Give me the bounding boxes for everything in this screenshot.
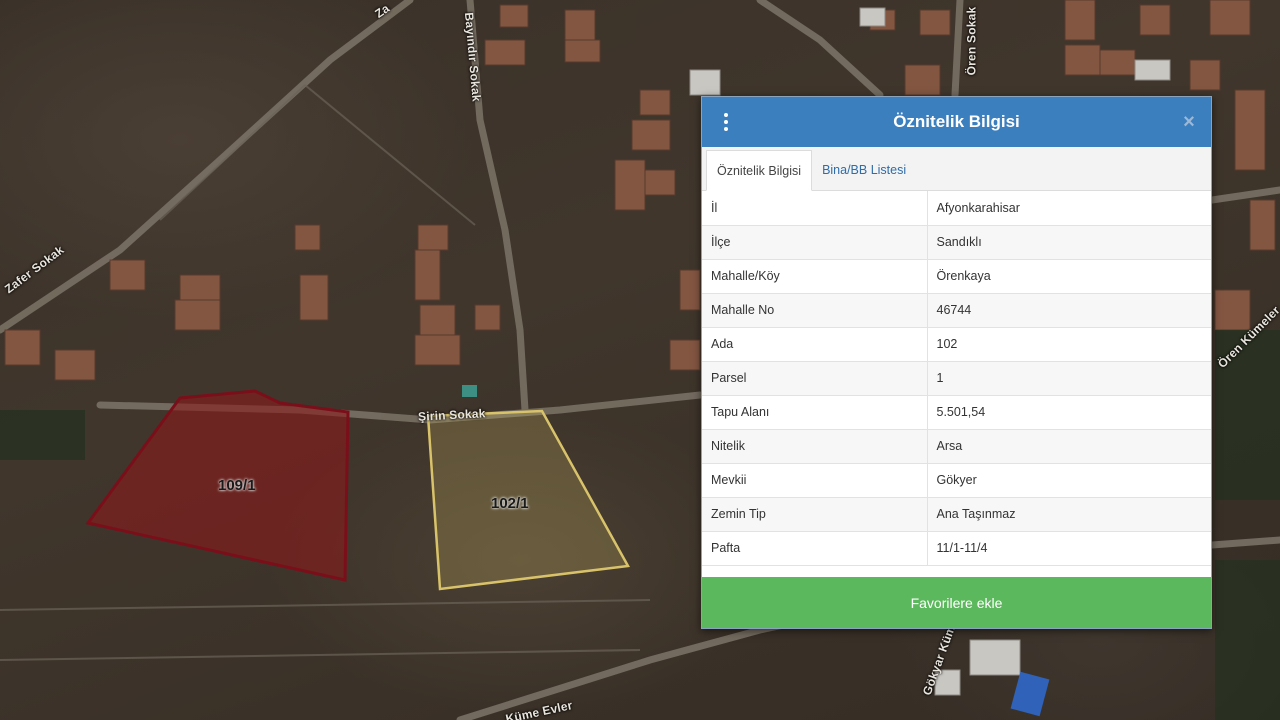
attribute-value: Afyonkarahisar (927, 191, 1211, 226)
attribute-key: İl (702, 191, 928, 226)
road-east (1208, 186, 1280, 204)
attribute-row: Mahalle/Köy Örenkaya (702, 259, 1211, 294)
attribute-panel: Öznitelik Bilgisi × Öznitelik Bilgisi Bi… (701, 96, 1212, 629)
attribute-value: Sandıklı (927, 225, 1211, 260)
attribute-key: Pafta (702, 531, 928, 566)
attribute-value: 102 (927, 327, 1211, 362)
attribute-row: Nitelik Arsa (702, 429, 1211, 464)
vertical-dots-icon[interactable] (716, 110, 736, 134)
parcel-label-102-1: 102/1 (491, 495, 529, 512)
attribute-key: Nitelik (702, 429, 928, 464)
attribute-key: Zemin Tip (702, 497, 928, 532)
panel-header: Öznitelik Bilgisi × (702, 97, 1211, 147)
attribute-row: Ada 102 (702, 327, 1211, 362)
parcel-label-109-1: 109/1 (218, 477, 256, 494)
panel-title: Öznitelik Bilgisi (893, 112, 1020, 131)
attribute-key: Tapu Alanı (702, 395, 928, 430)
attribute-key: Mahalle No (702, 293, 928, 328)
attribute-row: Mahalle No 46744 (702, 293, 1211, 328)
attribute-row: Mevkii Gökyer (702, 463, 1211, 498)
attribute-key: Mahalle/Köy (702, 259, 928, 294)
tab-building-list[interactable]: Bina/BB Listesi (812, 150, 916, 190)
attribute-key: Ada (702, 327, 928, 362)
attribute-key: Mevkii (702, 463, 928, 498)
attribute-value: Arsa (927, 429, 1211, 464)
attribute-row: Parsel 1 (702, 361, 1211, 396)
attribute-value: Ana Taşınmaz (927, 497, 1211, 532)
road-east-2 (1208, 536, 1280, 549)
attribute-key: İlçe (702, 225, 928, 260)
attribute-value: Örenkaya (927, 259, 1211, 294)
close-icon[interactable]: × (1179, 110, 1199, 134)
road-label-oren: Ören Sokak (964, 6, 979, 76)
attribute-value: 1 (927, 361, 1211, 396)
panel-tabs: Öznitelik Bilgisi Bina/BB Listesi (702, 147, 1211, 191)
attribute-value: 46744 (927, 293, 1211, 328)
attribute-row: İlçe Sandıklı (702, 225, 1211, 260)
attribute-row: Tapu Alanı 5.501,54 (702, 395, 1211, 430)
road-oren (951, 0, 964, 99)
attribute-value: 11/1-11/4 (927, 531, 1211, 566)
add-to-favorites-button[interactable]: Favorilere ekle (702, 577, 1211, 628)
attribute-row: Zemin Tip Ana Taşınmaz (702, 497, 1211, 532)
attribute-row: Pafta 11/1-11/4 (702, 531, 1211, 566)
attribute-value: 5.501,54 (927, 395, 1211, 430)
tab-attribute-info[interactable]: Öznitelik Bilgisi (706, 150, 813, 191)
attribute-key: Parsel (702, 361, 928, 396)
attribute-value: Gökyer (927, 463, 1211, 498)
attribute-table: İl Afyonkarahisar İlçe Sandıklı Mahalle/Köy Ö… (702, 191, 1211, 566)
attribute-row: İl Afyonkarahisar (702, 191, 1211, 226)
